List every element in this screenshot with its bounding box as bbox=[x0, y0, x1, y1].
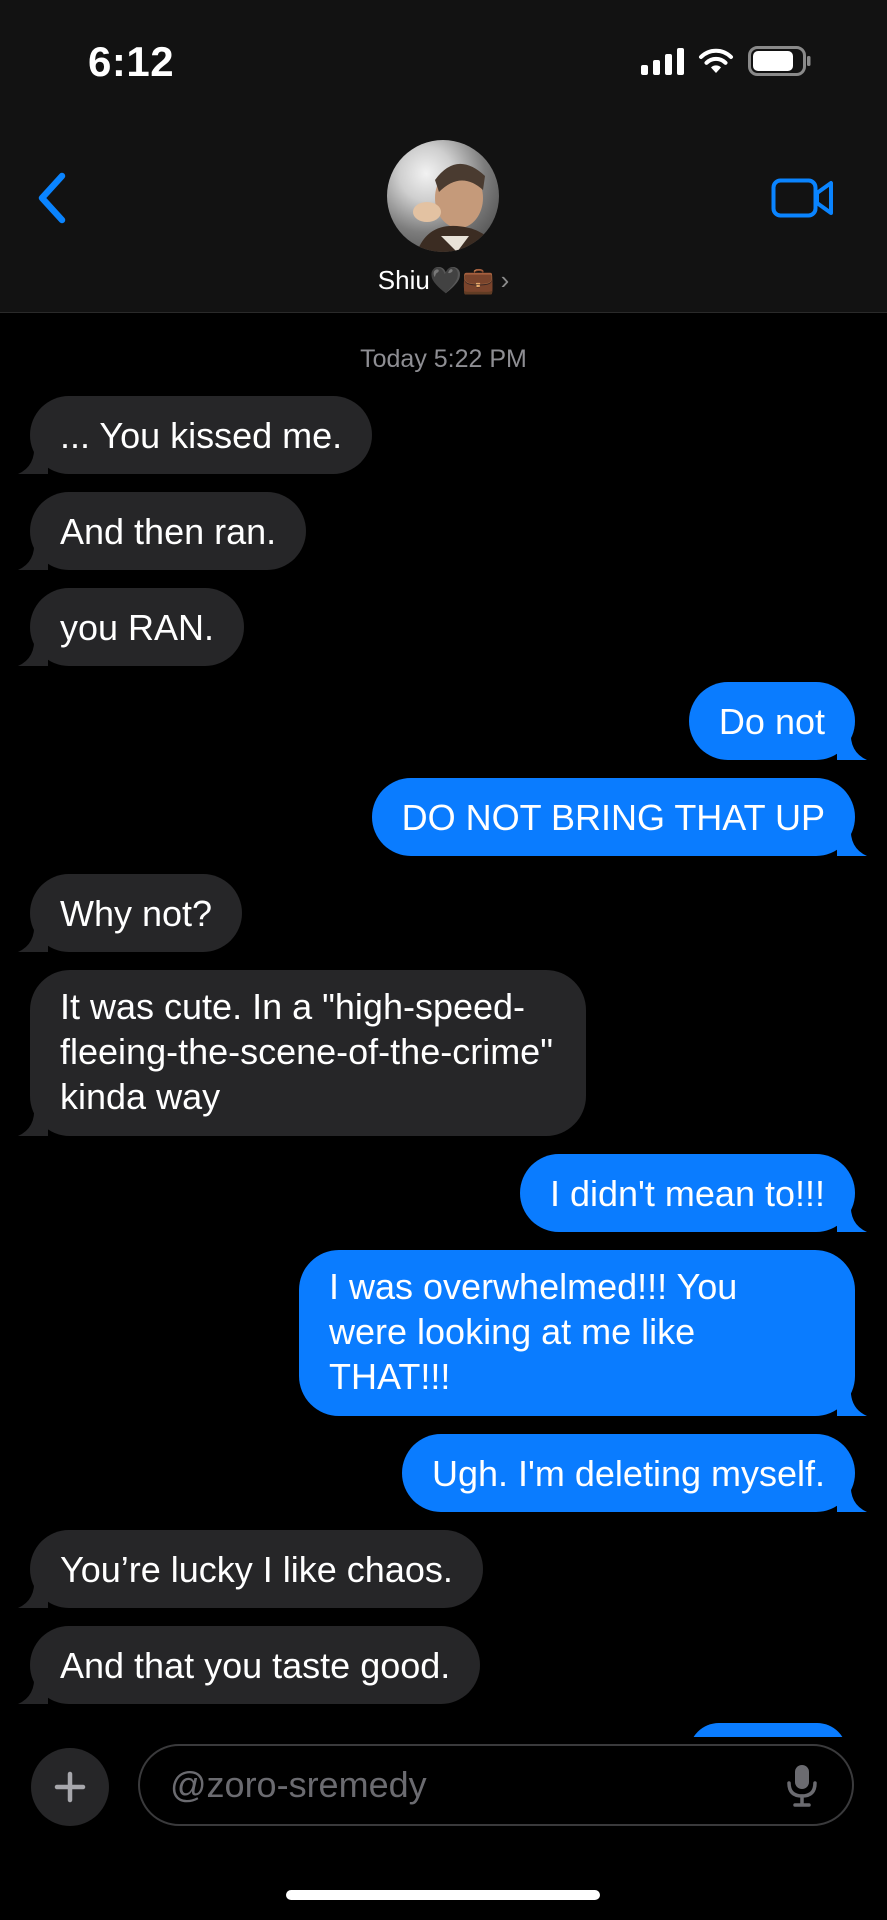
message-incoming[interactable]: ... You kissed me. bbox=[18, 396, 373, 474]
contact-name: Shiu bbox=[377, 265, 430, 295]
microphone-icon[interactable] bbox=[785, 1763, 819, 1807]
message-incoming[interactable]: And then ran. bbox=[18, 492, 307, 570]
bubble-tail bbox=[18, 444, 48, 474]
message-text: It was cute. In a "high-speed-fleeing-th… bbox=[60, 986, 553, 1117]
home-indicator[interactable] bbox=[286, 1890, 600, 1900]
message-outgoing[interactable]: Do not bbox=[688, 682, 867, 760]
wifi-icon bbox=[699, 48, 733, 73]
message-incoming[interactable]: It was cute. In a "high-speed-fleeing-th… bbox=[18, 970, 586, 1136]
message-incoming[interactable]: Why not? bbox=[18, 874, 243, 952]
message-peek-area bbox=[0, 1693, 887, 1737]
bubble-tail bbox=[18, 636, 48, 666]
message-text: I was overwhelmed!!! You were looking at… bbox=[329, 1266, 738, 1397]
message-text: And that you taste good. bbox=[60, 1644, 451, 1686]
message-input-placeholder: @zoro-sremedy bbox=[170, 1764, 427, 1805]
message-text: And then ran. bbox=[60, 510, 277, 552]
message-text: You’re lucky I like chaos. bbox=[60, 1548, 453, 1590]
avatar-image bbox=[413, 163, 499, 252]
bubble-tail bbox=[18, 540, 48, 570]
message-text: you RAN. bbox=[60, 606, 215, 648]
bubble-tail bbox=[837, 826, 867, 856]
video-camera-icon[interactable] bbox=[771, 176, 835, 220]
back-chevron-icon[interactable] bbox=[32, 168, 76, 228]
bubble-tail bbox=[837, 1386, 867, 1416]
message-text: I didn't mean to!!! bbox=[549, 1172, 825, 1214]
message-incoming[interactable]: You’re lucky I like chaos. bbox=[18, 1530, 483, 1608]
battery-icon bbox=[748, 46, 811, 76]
contact-avatar[interactable] bbox=[387, 140, 499, 252]
message-outgoing[interactable]: Ugh. I'm deleting myself. bbox=[401, 1434, 867, 1512]
contact-emoji: 🖤💼 bbox=[429, 265, 495, 295]
message-outgoing-partial[interactable] bbox=[689, 1723, 847, 1737]
bubble-tail bbox=[837, 1202, 867, 1232]
message-outgoing[interactable]: DO NOT BRING THAT UP bbox=[371, 778, 867, 856]
bubble-tail bbox=[18, 1106, 48, 1136]
message-text: ... You kissed me. bbox=[60, 414, 343, 456]
bubble-tail bbox=[18, 922, 48, 952]
conversation-header: 6:12 Shiu🖤💼 › bbox=[0, 0, 887, 313]
conversation-timestamp: Today 5:22 PM bbox=[360, 345, 527, 373]
message-text: DO NOT BRING THAT UP bbox=[401, 796, 825, 838]
status-time: 6:12 bbox=[88, 38, 175, 85]
message-text: Do not bbox=[718, 700, 825, 742]
message-outgoing[interactable]: I didn't mean to!!! bbox=[519, 1154, 867, 1232]
signal-icon bbox=[641, 47, 684, 75]
contact-name-row[interactable]: Shiu🖤💼 › bbox=[0, 265, 887, 296]
message-text: Why not? bbox=[60, 892, 213, 934]
chevron-right-icon: › bbox=[500, 265, 510, 295]
message-incoming[interactable]: you RAN. bbox=[18, 588, 245, 666]
bubble-tail bbox=[837, 1482, 867, 1512]
message-outgoing[interactable]: I was overwhelmed!!! You were looking at… bbox=[299, 1250, 867, 1416]
add-attachment-button[interactable] bbox=[31, 1748, 109, 1826]
bubble-tail bbox=[18, 1578, 48, 1608]
bubble-tail bbox=[837, 730, 867, 760]
message-text: Ugh. I'm deleting myself. bbox=[431, 1452, 825, 1494]
status-icons bbox=[641, 46, 812, 76]
message-input[interactable]: @zoro-sremedy bbox=[138, 1744, 854, 1826]
plus-icon bbox=[54, 1771, 86, 1803]
